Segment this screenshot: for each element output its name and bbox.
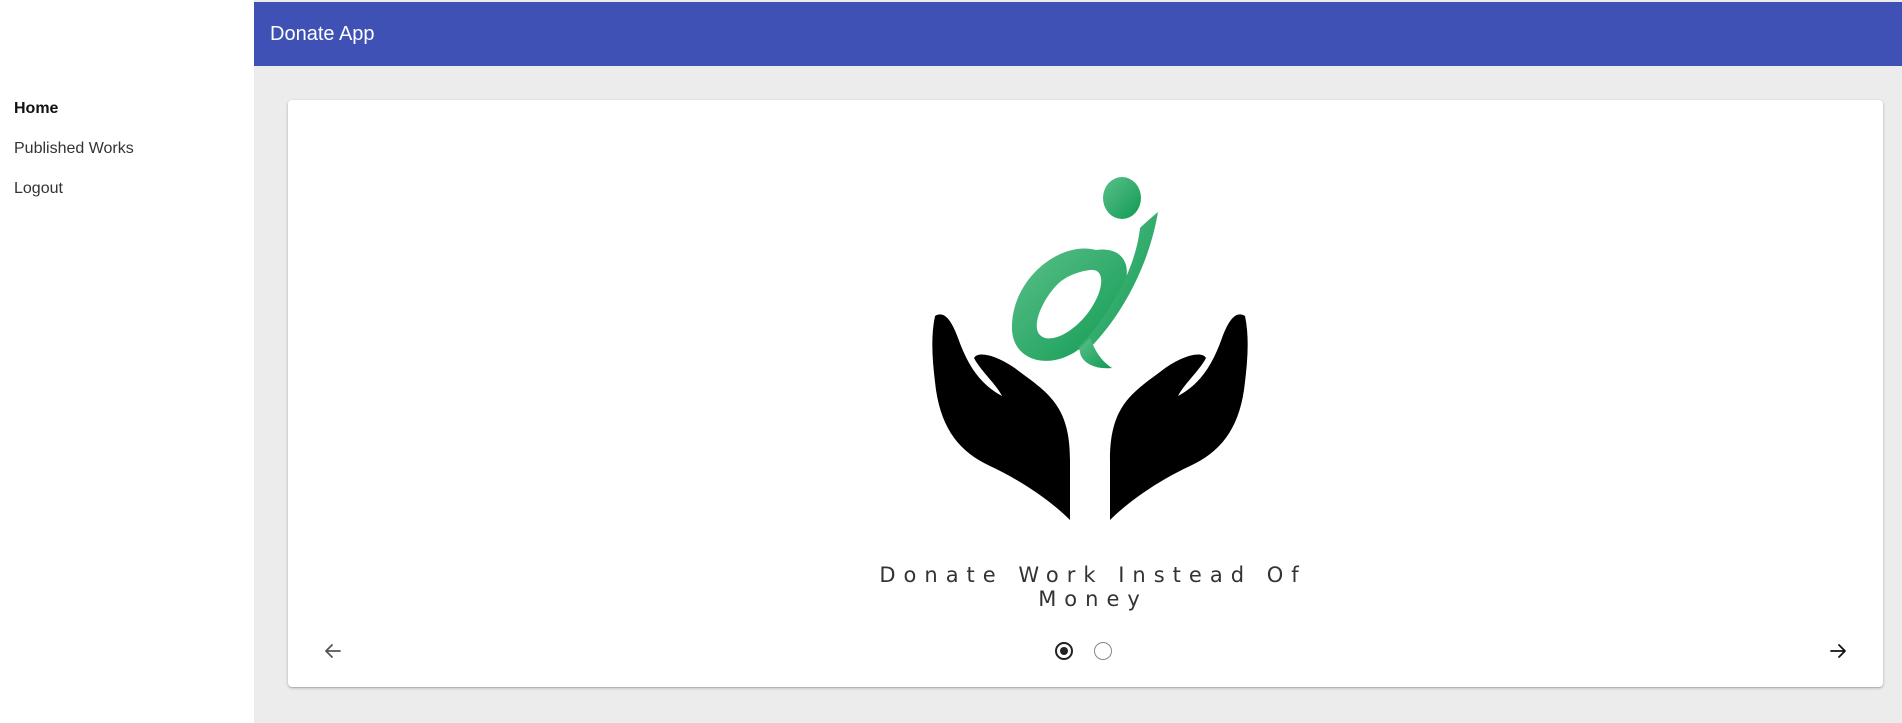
carousel-dot-2[interactable]: [1094, 642, 1112, 660]
sidebar-item-published-works[interactable]: Published Works: [14, 140, 134, 158]
app-root: Home Published Works Logout Donate App D…: [0, 0, 1902, 723]
donate-logo: [900, 170, 1280, 540]
logo-body: [1011, 248, 1127, 361]
sidebar-item-logout[interactable]: Logout: [14, 180, 63, 198]
slide-tagline: Donate Work Instead Of Money: [879, 563, 1307, 611]
sidebar: Home Published Works Logout: [0, 0, 254, 723]
arrow-right-icon: [1830, 644, 1846, 658]
app-title: Donate App: [270, 23, 375, 45]
logo-head: [1103, 177, 1141, 219]
carousel-dot-1[interactable]: [1055, 642, 1073, 660]
sidebar-item-home[interactable]: Home: [14, 100, 58, 118]
logo-right-hand: [1110, 314, 1248, 520]
carousel-next-button[interactable]: [1818, 631, 1858, 671]
carousel-card: Donate Work Instead Of Money: [288, 100, 1883, 687]
carousel-prev-button[interactable]: [313, 631, 353, 671]
carousel-indicators: [1055, 642, 1115, 664]
app-bar: Donate App: [254, 2, 1902, 66]
arrow-left-icon: [325, 644, 341, 658]
